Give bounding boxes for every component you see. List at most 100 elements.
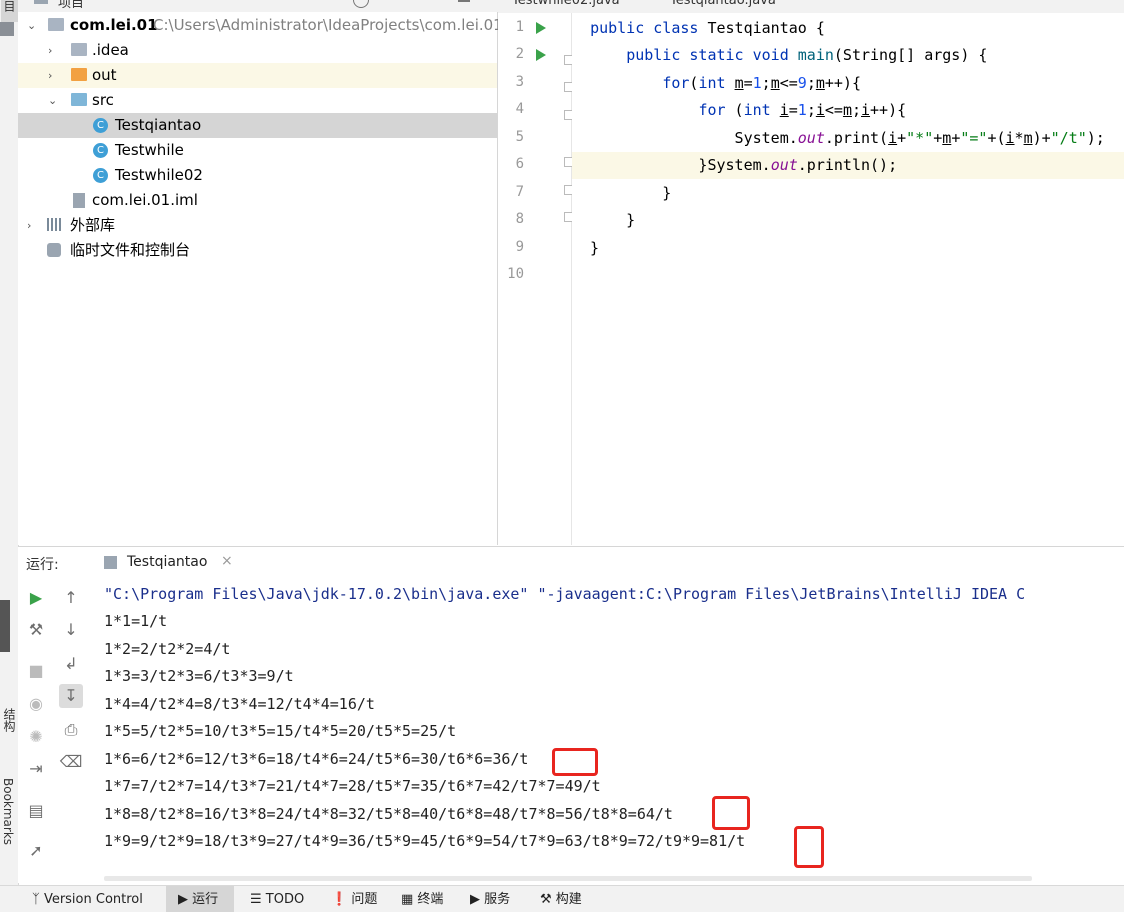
line-number: 5 <box>515 129 524 145</box>
line-number: 7 <box>515 184 524 200</box>
structure-tool-tab[interactable]: 结构 <box>1 708 18 732</box>
code-line: } <box>572 239 600 257</box>
tree-row-testqiantao[interactable]: C Testqiantao <box>18 113 497 138</box>
rerun-icon[interactable]: ▶ <box>24 586 48 610</box>
stop-icon[interactable]: ■ <box>24 659 48 683</box>
problems-button[interactable]: ❗ 问题 <box>331 886 377 912</box>
wrench-icon[interactable]: ⚒ <box>24 618 48 642</box>
bookmarks-tool-tab[interactable]: Bookmarks <box>1 778 15 845</box>
run-panel-header: 运行: Testqiantao × <box>18 546 1124 582</box>
trash-icon[interactable]: ⌫ <box>59 750 83 774</box>
code-line-current: }System.out.println(); <box>572 152 1124 179</box>
services-button[interactable]: ▶ 服务 <box>470 886 510 912</box>
chevron-down-icon[interactable]: ⌄ <box>27 13 36 38</box>
run-class-icon[interactable] <box>536 22 546 34</box>
tree-row-src[interactable]: ⌄ src <box>18 88 497 113</box>
line-number: 9 <box>515 239 524 255</box>
services-icon: ▶ <box>470 892 485 907</box>
exit-icon[interactable]: ⇥ <box>24 757 48 781</box>
chevron-right-icon[interactable]: › <box>48 63 52 88</box>
chevron-down-icon[interactable]: ⌄ <box>48 88 57 113</box>
console-command-line: "C:\Program Files\Java\jdk-17.0.2\bin\ja… <box>104 585 1026 603</box>
horizontal-scrollbar[interactable] <box>104 876 1032 881</box>
tree-root-name: com.lei.01 <box>70 16 158 34</box>
java-class-icon: C <box>93 118 108 133</box>
camera-icon[interactable]: ◉ <box>24 692 48 716</box>
terminal-button[interactable]: ▦ 终端 <box>401 886 443 912</box>
tree-row-out[interactable]: › out <box>18 63 497 88</box>
pin-icon[interactable]: ➚ <box>24 839 48 863</box>
console-output-line: 1*1=1/t <box>104 612 168 630</box>
bottom-tool-bar: ᛉ Version Control ▶ 运行 ☰ TODO ❗ 问题 ▦ 终端 … <box>0 885 1124 912</box>
tree-root-path: C:\Users\Administrator\IdeaProjects\com.… <box>153 16 503 34</box>
line-number: 8 <box>515 211 524 227</box>
tree-row-testwhile[interactable]: C Testwhile <box>18 138 497 163</box>
services-label: 服务 <box>484 892 511 907</box>
chevron-right-icon[interactable]: › <box>48 38 52 63</box>
scroll-to-end-icon[interactable]: ↧ <box>59 684 83 708</box>
tree-row-idea[interactable]: › .idea <box>18 38 497 63</box>
bookmarks-tool-label: Bookmarks <box>1 778 15 846</box>
highlight-box <box>794 826 824 868</box>
todo-button[interactable]: ☰ TODO <box>250 886 304 912</box>
debug-icon[interactable]: ✺ <box>24 725 48 749</box>
tree-row-external-libraries[interactable]: › 外部库 <box>18 213 497 238</box>
console-output-line: 1*3=3/t2*3=6/t3*3=9/t <box>104 667 294 685</box>
highlight-box <box>552 748 598 776</box>
project-tool-icon[interactable] <box>0 22 14 36</box>
console-output[interactable]: "C:\Program Files\Java\jdk-17.0.2\bin\ja… <box>88 578 1124 883</box>
folder-icon <box>71 43 87 56</box>
tree-row-testwhile02[interactable]: C Testwhile02 <box>18 163 497 188</box>
library-icon <box>47 218 63 231</box>
run-indicator-icon <box>0 600 10 652</box>
java-class-icon: C <box>93 143 108 158</box>
console-output-line: 1*4=4/t2*4=8/t3*4=12/t4*4=16/t <box>104 695 375 713</box>
editor-gutter: 1 2 3 4 5 6 7 8 9 10 <box>498 13 574 545</box>
print-icon[interactable]: ⎙ <box>59 718 83 742</box>
project-header-label[interactable]: 项目 <box>58 0 84 11</box>
gear-icon[interactable] <box>458 0 470 2</box>
todo-label: TODO <box>265 892 305 907</box>
console-output-line: 1*8=8/t2*8=16/t3*8=24/t4*8=32/t5*8=40/t6… <box>104 805 673 823</box>
up-arrow-icon[interactable]: ↑ <box>59 586 83 610</box>
tree-item-label: .idea <box>92 41 129 59</box>
source-folder-icon <box>71 93 87 106</box>
tab-testqiantao[interactable]: Testqiantao.java <box>670 0 776 8</box>
structure-tool-label: 结构 <box>2 708 16 732</box>
run-tool-button[interactable]: ▶ 运行 <box>166 886 234 912</box>
down-arrow-icon[interactable]: ↓ <box>59 618 83 642</box>
module-file-icon <box>73 193 85 208</box>
tab-testwhile02[interactable]: Testwhile02.java <box>512 0 620 8</box>
build-button[interactable]: ⚒ 构建 <box>540 886 582 912</box>
code-line: for(int m=1;m<=9;m++){ <box>662 74 861 92</box>
problems-label: 问题 <box>351 892 378 907</box>
tree-row-root[interactable]: ⌄ com.lei.01 C:\Users\Administrator\Idea… <box>18 13 503 38</box>
class-icon-letter: C <box>97 145 104 156</box>
run-tab-label: Testqiantao <box>127 554 208 570</box>
close-icon[interactable]: × <box>221 553 233 569</box>
run-toolbar: ▶ ↑ ⚒ ↓ ↲ ■ ↧ ◉ ⎙ ✺ ⌫ ⇥ ▤ ➚ <box>18 578 88 883</box>
version-control-button[interactable]: ᛉ Version Control <box>32 886 143 912</box>
console-output-line: 1*7=7/t2*7=14/t3*7=21/t4*7=28/t5*7=35/t6… <box>104 777 601 795</box>
layout-icon[interactable]: ▤ <box>24 799 48 823</box>
tree-item-label: src <box>92 91 114 109</box>
run-icon: ▶ <box>178 892 193 907</box>
tree-item-label: com.lei.01.iml <box>92 191 198 209</box>
chevron-right-icon[interactable]: › <box>27 213 31 238</box>
run-main-icon[interactable] <box>536 49 546 61</box>
code-editor[interactable]: public class Testqiantao { public static… <box>572 13 1124 545</box>
soft-wrap-icon[interactable]: ↲ <box>59 652 83 676</box>
console-output-line: 1*2=2/t2*2=4/t <box>104 640 231 658</box>
console-output-line: 1*9=9/t2*9=18/t3*9=27/t4*9=36/t5*9=45/t6… <box>104 832 746 850</box>
code-line: } <box>572 211 636 229</box>
line-number: 10 <box>507 266 524 282</box>
build-label: 构建 <box>555 892 582 907</box>
tree-row-scratches[interactable]: 临时文件和控制台 <box>18 238 497 263</box>
hammer-icon: ⚒ <box>540 892 556 907</box>
class-icon-letter: C <box>97 170 104 181</box>
run-tab-testqiantao[interactable]: Testqiantao × <box>88 547 243 582</box>
locate-icon[interactable] <box>353 0 369 8</box>
tree-row-iml[interactable]: com.lei.01.iml <box>18 188 497 213</box>
class-icon-letter: C <box>97 120 104 131</box>
line-number: 3 <box>515 74 524 90</box>
